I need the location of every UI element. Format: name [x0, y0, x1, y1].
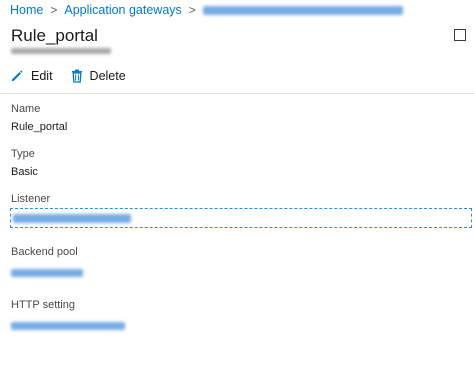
type-value: Basic: [11, 166, 38, 178]
backend-pool-value-redacted[interactable]: [11, 269, 83, 277]
name-value: Rule_portal: [11, 121, 68, 133]
trash-icon: [71, 69, 82, 83]
delete-button[interactable]: Delete: [71, 69, 126, 83]
breadcrumb: Home > Application gateways >: [0, 0, 474, 20]
pencil-icon: [12, 70, 23, 81]
edit-button-label: Edit: [31, 69, 53, 83]
listener-value-redacted[interactable]: [13, 214, 131, 223]
toolbar-divider: [0, 93, 474, 94]
listener-label: Listener: [11, 193, 51, 205]
breadcrumb-gateway-link-redacted[interactable]: [202, 5, 403, 15]
page-title: Rule_portal: [11, 26, 98, 45]
http-setting-label: HTTP setting: [11, 299, 75, 311]
backend-pool-label: Backend pool: [11, 246, 78, 258]
rule-details-page: Home > Application gateways > Rule_porta…: [0, 0, 474, 382]
listener-link-focus[interactable]: [10, 208, 472, 228]
http-setting-value-redacted[interactable]: [11, 322, 125, 330]
page-subtitle-redacted: [11, 48, 111, 54]
name-label: Name: [11, 103, 41, 115]
breadcrumb-application-gateways-link[interactable]: Application gateways: [64, 3, 181, 17]
breadcrumb-separator: >: [50, 3, 58, 17]
breadcrumb-home-link[interactable]: Home: [10, 3, 43, 17]
delete-button-label: Delete: [89, 69, 126, 83]
type-label: Type: [11, 148, 35, 160]
maximize-icon[interactable]: [454, 29, 466, 41]
edit-button[interactable]: Edit: [10, 69, 53, 83]
toolbar: Edit Delete: [10, 65, 144, 87]
breadcrumb-separator: >: [188, 3, 196, 17]
title-row: Rule_portal: [11, 26, 466, 48]
